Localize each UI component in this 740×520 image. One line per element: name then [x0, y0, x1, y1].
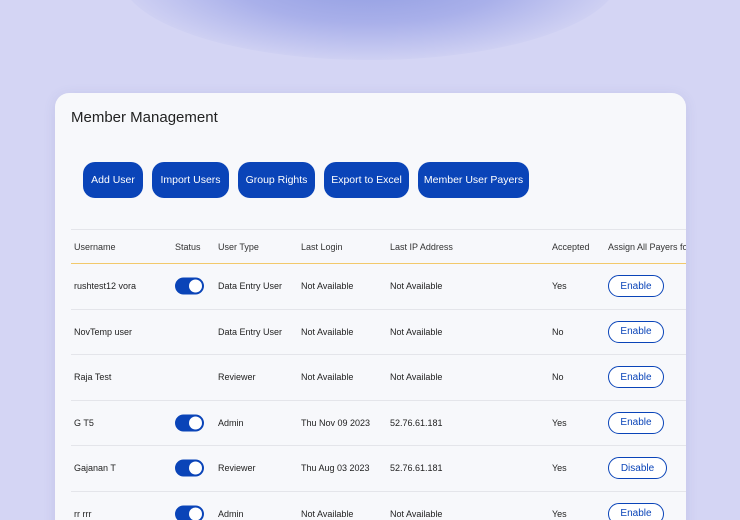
table-row: rushtest12 vora Data Entry User Not Avai…	[71, 264, 686, 310]
status-toggle[interactable]	[175, 277, 204, 295]
last-login-cell: Thu Nov 09 2023	[301, 417, 371, 428]
accepted-cell: Yes	[552, 463, 567, 474]
column-header-status[interactable]: Status	[175, 242, 201, 252]
user-type-cell: Reviewer	[218, 372, 256, 383]
table-row: NovTemp user Data Entry User Not Availab…	[71, 310, 686, 355]
status-toggle[interactable]	[175, 414, 204, 432]
last-login-cell: Not Available	[301, 508, 354, 519]
members-table: Username Status User Type Last Login Las…	[71, 229, 686, 520]
export-to-excel-button[interactable]: Export to Excel	[324, 162, 409, 198]
member-management-panel: Member Management Add User Import Users …	[55, 93, 686, 520]
column-header-user-type[interactable]: User Type	[218, 242, 259, 252]
last-login-cell: Not Available	[301, 326, 354, 337]
assign-payers-toggle-button[interactable]: Disable	[608, 457, 667, 480]
toggle-knob	[189, 507, 202, 520]
member-user-payers-button[interactable]: Member User Payers	[418, 162, 529, 198]
accepted-cell: No	[552, 326, 564, 337]
accepted-cell: Yes	[552, 281, 567, 292]
user-type-cell: Data Entry User	[218, 326, 283, 337]
user-type-cell: Reviewer	[218, 463, 256, 474]
add-user-button[interactable]: Add User	[83, 162, 143, 198]
user-type-cell: Admin	[218, 508, 244, 519]
assign-payers-toggle-button[interactable]: Enable	[608, 275, 664, 298]
page-title: Member Management	[71, 109, 218, 126]
assign-payers-toggle-button[interactable]: Enable	[608, 320, 664, 343]
user-type-cell: Data Entry User	[218, 281, 283, 292]
group-rights-button[interactable]: Group Rights	[238, 162, 315, 198]
table-body: rushtest12 vora Data Entry User Not Avai…	[71, 264, 686, 520]
table-row: Raja Test Reviewer Not Available Not Ava…	[71, 355, 686, 401]
table-row: Gajanan T Reviewer Thu Aug 03 2023 52.76…	[71, 446, 686, 492]
table-row: G T5 Admin Thu Nov 09 2023 52.76.61.181 …	[71, 401, 686, 446]
username-cell: NovTemp user	[74, 326, 133, 337]
column-header-accepted[interactable]: Accepted	[552, 242, 590, 252]
column-header-assign-payers[interactable]: Assign All Payers for	[608, 242, 686, 252]
import-users-button[interactable]: Import Users	[152, 162, 229, 198]
last-ip-cell: Not Available	[390, 281, 443, 292]
username-cell: Gajanan T	[74, 463, 116, 474]
table-row: rr rrr Admin Not Available Not Available…	[71, 492, 686, 520]
assign-payers-toggle-button[interactable]: Enable	[608, 411, 664, 434]
toggle-knob	[189, 416, 202, 430]
column-header-last-login[interactable]: Last Login	[301, 242, 343, 252]
last-ip-cell: 52.76.61.181	[390, 463, 443, 474]
toggle-knob	[189, 279, 202, 293]
last-ip-cell: Not Available	[390, 326, 443, 337]
username-cell: Raja Test	[74, 372, 112, 383]
assign-payers-toggle-button[interactable]: Enable	[608, 502, 664, 520]
column-header-last-ip[interactable]: Last IP Address	[390, 242, 453, 252]
accepted-cell: Yes	[552, 508, 567, 519]
username-cell: rr rrr	[74, 508, 92, 519]
column-header-username[interactable]: Username	[74, 242, 116, 252]
username-cell: G T5	[74, 417, 94, 428]
accepted-cell: No	[552, 372, 564, 383]
accepted-cell: Yes	[552, 417, 567, 428]
status-toggle[interactable]	[175, 459, 204, 477]
last-ip-cell: Not Available	[390, 372, 443, 383]
table-header: Username Status User Type Last Login Las…	[71, 229, 686, 264]
last-login-cell: Not Available	[301, 372, 354, 383]
last-ip-cell: 52.76.61.181	[390, 417, 443, 428]
last-ip-cell: Not Available	[390, 508, 443, 519]
assign-payers-toggle-button[interactable]: Enable	[608, 366, 664, 389]
username-cell: rushtest12 vora	[74, 281, 137, 292]
user-type-cell: Admin	[218, 417, 244, 428]
background-glow	[120, 0, 620, 60]
status-toggle[interactable]	[175, 505, 204, 520]
last-login-cell: Not Available	[301, 281, 354, 292]
toggle-knob	[189, 461, 202, 475]
last-login-cell: Thu Aug 03 2023	[301, 463, 370, 474]
